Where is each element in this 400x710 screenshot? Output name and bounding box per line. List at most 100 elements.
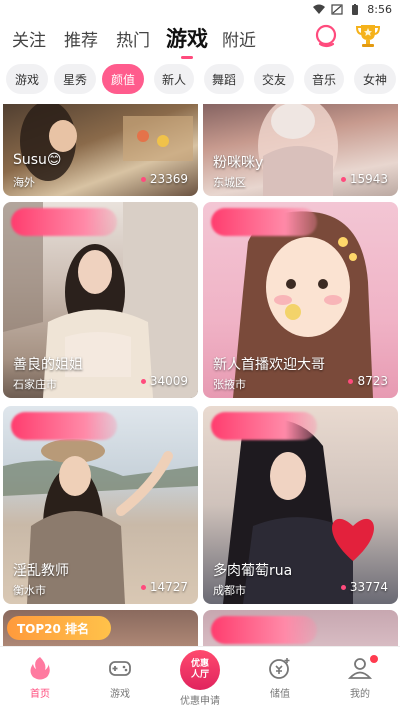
stream-title: 淫乱教师 (13, 563, 69, 579)
viewer-count-value: 34009 (149, 374, 188, 388)
nav-game[interactable]: 游戏 (90, 655, 150, 700)
nav-promo-label: 优惠申请 (180, 696, 220, 707)
tab-follow-label: 关注 (12, 31, 46, 51)
promo-hall-line2: 人厅 (190, 670, 209, 680)
search-icon[interactable] (314, 24, 340, 50)
tab-game-label: 游戏 (166, 27, 208, 51)
stream-card[interactable]: 粉咪咪y 东城区 15943 (203, 104, 398, 196)
stream-city: 石家庄市 (13, 378, 57, 391)
viewer-count: 14727 (140, 580, 188, 594)
chip-newcomer[interactable]: 新人 (154, 64, 194, 94)
stream-title: 善良的姐姐 (13, 357, 83, 373)
nav-mine-label: 我的 (350, 689, 370, 700)
promo-hall-line1: 优惠 (190, 659, 209, 669)
rank-badge-label: TOP20 排名 (17, 621, 90, 636)
chip-label: 星秀 (62, 72, 87, 87)
stream-card[interactable]: Susu😊 海外 23369 (3, 104, 198, 196)
trophy-icon[interactable] (354, 22, 382, 50)
viewer-dot-icon (140, 177, 146, 182)
tab-recommend-label: 推荐 (64, 31, 98, 51)
stream-title: 粉咪咪y (213, 155, 264, 171)
viewer-count: 34009 (140, 374, 188, 388)
viewer-dot-icon (140, 585, 146, 590)
tab-follow[interactable]: 关注 (12, 26, 46, 51)
stream-title: 多肉葡萄rua (213, 563, 293, 579)
category-chip-bar: 游戏 星秀 颜值 新人 舞蹈 交友 音乐 女神 (0, 64, 400, 98)
nav-home[interactable]: 首页 (10, 655, 70, 700)
chip-label: 游戏 (14, 72, 39, 87)
viewer-count-value: 15943 (349, 172, 388, 186)
viewer-count: 23369 (140, 172, 188, 186)
redacted-label (11, 208, 117, 236)
app-screen: 8:56 关注 推荐 热门 游戏 附近 游戏 星秀 颜值 新人 舞蹈 交友 音乐… (0, 0, 400, 710)
stream-city: 张掖市 (213, 378, 246, 391)
chip-social[interactable]: 交友 (254, 64, 294, 94)
promo-hall-button[interactable]: 优惠 人厅 (180, 650, 220, 690)
chip-label: 颜值 (110, 72, 135, 87)
stream-card[interactable]: 善良的姐姐 石家庄市 34009 (3, 202, 198, 398)
stream-city: 东城区 (213, 176, 246, 189)
active-tab-indicator (181, 56, 193, 59)
tab-nearby[interactable]: 附近 (222, 26, 256, 51)
redacted-label (211, 412, 317, 440)
redacted-label (211, 616, 317, 644)
chip-yanzhi[interactable]: 颜值 (102, 64, 144, 94)
bottom-nav: 首页 游戏 优惠 人厅 优惠申请 储值 我的 (0, 646, 400, 710)
stream-card[interactable]: TOP20 排名 (3, 610, 198, 646)
stream-title: Susu😊 (13, 152, 62, 168)
chip-music[interactable]: 音乐 (304, 64, 344, 94)
tab-recommend[interactable]: 推荐 (64, 26, 98, 51)
nav-topup[interactable]: 储值 (250, 655, 310, 700)
viewer-count-value: 14727 (149, 580, 188, 594)
chip-game[interactable]: 游戏 (6, 64, 48, 94)
nav-game-label: 游戏 (110, 689, 130, 700)
viewer-dot-icon (340, 177, 346, 182)
chip-label: 新人 (161, 72, 186, 87)
nav-home-label: 首页 (30, 689, 50, 700)
stream-feed[interactable]: Susu😊 海外 23369 粉咪咪y 东城区 15943 善良的姐姐 石家庄市… (0, 104, 400, 646)
viewer-count: 15943 (340, 172, 388, 186)
stream-title: 新人首播欢迎大哥 (213, 357, 325, 373)
topup-icon (269, 658, 290, 679)
viewer-count-value: 33774 (349, 580, 388, 594)
nav-topup-label: 储值 (270, 689, 290, 700)
tab-nearby-label: 附近 (222, 31, 256, 51)
stream-card[interactable]: 新人首播欢迎大哥 张掖市 8723 (203, 202, 398, 398)
rank-badge: TOP20 排名 (7, 616, 111, 640)
viewer-dot-icon (140, 379, 146, 384)
stream-city: 衡水市 (13, 584, 46, 597)
chip-xingxiu[interactable]: 星秀 (54, 64, 96, 94)
top-tab-bar: 关注 推荐 热门 游戏 附近 (0, 18, 400, 59)
chip-label: 交友 (261, 72, 286, 87)
signal-icon (331, 3, 343, 15)
chip-label: 音乐 (311, 72, 336, 87)
tab-game[interactable]: 游戏 (166, 23, 208, 59)
tab-hot-label: 热门 (116, 31, 150, 51)
viewer-count-value: 23369 (149, 172, 188, 186)
redacted-label (11, 412, 117, 440)
chip-label: 女神 (362, 72, 387, 87)
notification-dot (370, 655, 378, 663)
viewer-dot-icon (340, 585, 346, 590)
stream-card[interactable]: 多肉葡萄rua 成都市 33774 (203, 406, 398, 604)
chip-dance[interactable]: 舞蹈 (204, 64, 244, 94)
nav-mine[interactable]: 我的 (330, 655, 390, 700)
viewer-count: 8723 (348, 374, 388, 388)
status-bar: 8:56 (0, 0, 400, 18)
battery-icon (352, 3, 359, 15)
flame-icon (30, 657, 50, 680)
stream-card[interactable] (203, 610, 398, 646)
stream-city: 成都市 (213, 584, 246, 597)
chip-goddess[interactable]: 女神 (354, 64, 396, 94)
wifi-icon (313, 4, 326, 14)
redacted-label (211, 208, 317, 236)
stream-city: 海外 (13, 176, 35, 189)
viewer-count: 33774 (340, 580, 388, 594)
tab-hot[interactable]: 热门 (116, 26, 150, 51)
viewer-dot-icon (348, 379, 354, 384)
viewer-count-value: 8723 (357, 374, 388, 388)
gamepad-icon (109, 661, 131, 676)
chip-label: 舞蹈 (211, 72, 236, 87)
status-time: 8:56 (367, 2, 392, 16)
stream-card[interactable]: 淫乱教师 衡水市 14727 (3, 406, 198, 604)
